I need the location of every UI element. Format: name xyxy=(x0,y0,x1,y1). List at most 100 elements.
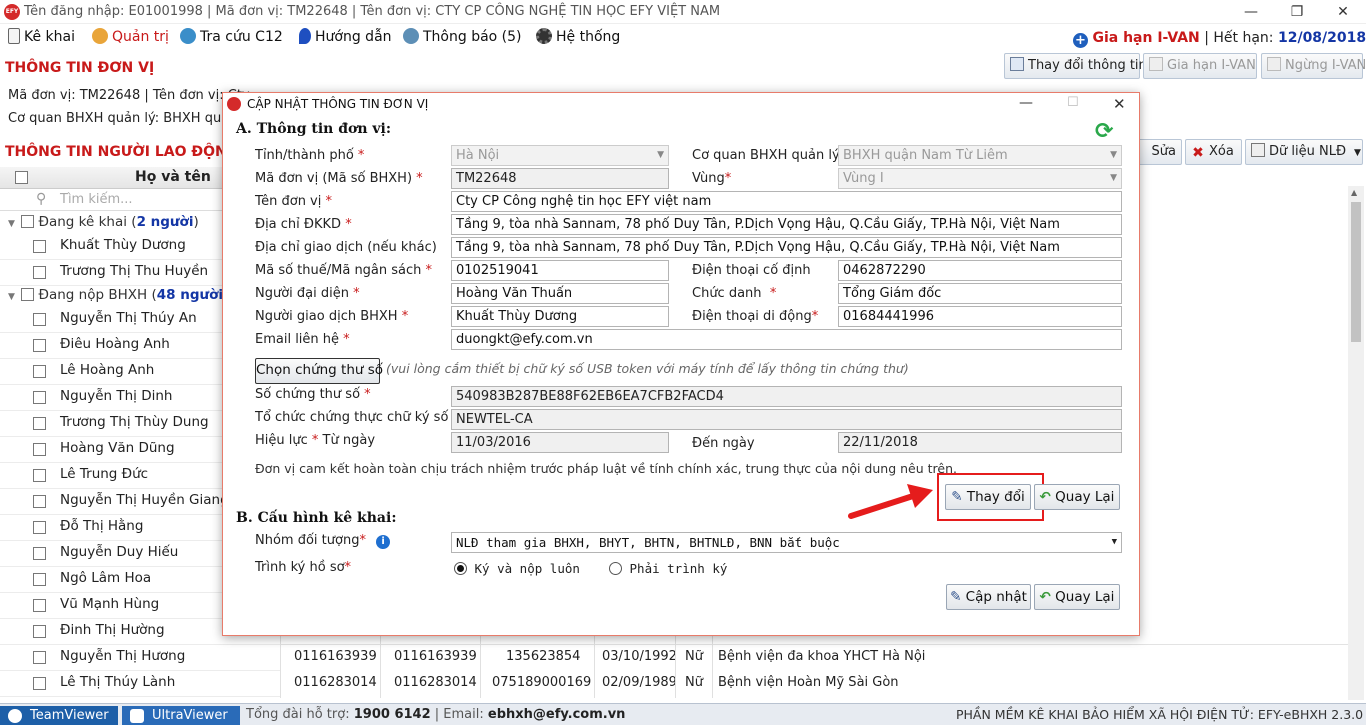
row-checkbox[interactable] xyxy=(33,651,46,664)
menu-ke-khai[interactable]: Kê khai xyxy=(8,28,75,45)
province-select[interactable]: Hà Nội ▼ xyxy=(451,145,669,166)
valid-to-field[interactable]: 22/11/2018 xyxy=(838,432,1122,453)
menu-he-thong[interactable]: Hệ thống xyxy=(536,28,620,45)
row-checkbox[interactable] xyxy=(33,599,46,612)
subject-select[interactable]: NLĐ tham gia BHXH, BHYT, BHTN, BHTNLĐ, B… xyxy=(451,532,1122,553)
dialog-minimize-icon[interactable]: — xyxy=(1019,95,1033,111)
choose-cert-button[interactable]: Chọn chứng thư số xyxy=(255,358,383,384)
table-row[interactable]: 0116163939 0116163939 135623854 03/10/19… xyxy=(280,645,1348,671)
back-button-2[interactable]: ↶ Quay Lại xyxy=(1034,584,1120,610)
worker-name: Nguyễn Duy Hiếu xyxy=(60,544,179,560)
menu-quan-tri[interactable]: Quản trị xyxy=(92,28,169,45)
radio-must-sign[interactable]: Phải trình ký xyxy=(609,561,727,576)
teamviewer-task[interactable]: TeamViewer xyxy=(0,706,118,725)
row-checkbox[interactable] xyxy=(33,266,46,279)
close-icon[interactable]: ✕ xyxy=(1320,0,1366,24)
ultraviewer-task[interactable]: UltraViewer xyxy=(122,706,240,725)
menu-huong-dan[interactable]: Hướng dẫn xyxy=(299,28,392,45)
list-item[interactable]: Lê Thị Thúy Lành xyxy=(0,671,280,697)
back-button[interactable]: ↶ Quay Lại xyxy=(1034,484,1120,510)
annotation-arrow-icon xyxy=(848,484,933,519)
table-row[interactable]: 0116283014 0116283014 075189000169 02/09… xyxy=(280,671,1348,697)
radio-unselected[interactable] xyxy=(609,562,622,575)
refresh-icon[interactable]: ⟳ xyxy=(1095,119,1113,144)
dialog-close-icon[interactable]: ✕ xyxy=(1113,95,1126,113)
row-checkbox[interactable] xyxy=(33,417,46,430)
unit-name-label: Tên đơn vị * xyxy=(255,194,332,209)
to-label: Đến ngày xyxy=(692,436,755,451)
renew-area: + Gia hạn I-VAN | Hết hạn: 12/08/2018 xyxy=(1073,30,1366,48)
row-checkbox[interactable] xyxy=(33,391,46,404)
list-item[interactable]: Nguyễn Thị Hương xyxy=(0,645,280,671)
column-name-header[interactable]: Họ và tên xyxy=(135,169,211,185)
group-checkbox[interactable] xyxy=(21,288,35,301)
tax-code-field[interactable]: 0102519041 xyxy=(451,260,669,281)
group-checkbox[interactable] xyxy=(21,215,35,228)
info-icon[interactable]: i xyxy=(376,535,391,549)
trade-address-field[interactable]: Tầng 9, tòa nhà Sannam, 78 phố Duy Tân, … xyxy=(451,237,1122,258)
rep-field[interactable]: Hoàng Văn Thuấn xyxy=(451,283,669,304)
group-row-declaring[interactable]: ▼ Đang kê khai (2 người) xyxy=(8,214,199,230)
worker-data-dropdown[interactable]: Dữ liệu NLĐ ▼ xyxy=(1245,139,1363,165)
row-checkbox[interactable] xyxy=(33,625,46,638)
button-label: Dữ liệu NLĐ xyxy=(1269,144,1347,159)
row-checkbox[interactable] xyxy=(33,240,46,253)
row-checkbox[interactable] xyxy=(33,365,46,378)
row-checkbox[interactable] xyxy=(33,469,46,482)
search-input[interactable]: Tìm kiếm... xyxy=(60,192,133,207)
row-checkbox[interactable] xyxy=(33,495,46,508)
row-checkbox[interactable] xyxy=(33,547,46,560)
region-select[interactable]: Vùng I ▼ xyxy=(838,168,1122,189)
menu-label: Hướng dẫn xyxy=(315,29,392,45)
row-checkbox[interactable] xyxy=(33,443,46,456)
chevron-down-icon: ▼ xyxy=(1354,148,1361,158)
email-field[interactable]: duongkt@efy.com.vn xyxy=(451,329,1122,350)
position-field[interactable]: Tổng Giám đốc xyxy=(838,283,1122,304)
task-label: UltraViewer xyxy=(152,708,228,723)
ca-org-label: Tổ chức chứng thực chữ ký số * xyxy=(255,410,459,425)
renew-ivan-link[interactable]: Gia hạn I-VAN xyxy=(1092,30,1199,46)
radio-sign-submit[interactable]: Ký và nộp luôn xyxy=(454,561,580,576)
vertical-scrollbar[interactable]: ▲ xyxy=(1348,186,1364,700)
valid-from-field[interactable]: 11/03/2016 xyxy=(451,432,669,453)
change-info-button[interactable]: Thay đổi thông tin xyxy=(1004,53,1147,79)
agency-select[interactable]: BHXH quận Nam Từ Liêm ▼ xyxy=(838,145,1122,166)
select-all-checkbox[interactable] xyxy=(15,171,28,184)
radio-selected[interactable] xyxy=(454,562,467,575)
dialog-maximize-icon[interactable]: ☐ xyxy=(1067,95,1079,110)
col-divider xyxy=(675,636,676,698)
contact-field[interactable]: Khuất Thùy Dương xyxy=(451,306,669,327)
menu-thong-bao[interactable]: Thông báo (5) xyxy=(403,28,522,45)
renew-ivan-button[interactable]: Gia hạn I-VAN xyxy=(1143,53,1257,79)
menu-tra-cuu[interactable]: Tra cứu C12 xyxy=(180,28,283,45)
update-button[interactable]: ✎ Cập nhật xyxy=(946,584,1031,610)
cert-no-field[interactable]: 540983B287BE88F62EB6EA7CFB2FACD4 xyxy=(451,386,1122,407)
workers-title: THÔNG TIN NGƯỜI LAO ĐỘNG xyxy=(5,144,239,160)
row-checkbox[interactable] xyxy=(33,313,46,326)
minimize-icon[interactable]: — xyxy=(1228,0,1274,24)
mobile-field[interactable]: 01684441996 xyxy=(838,306,1122,327)
plus-circle-icon[interactable]: + xyxy=(1073,33,1088,48)
restore-icon[interactable]: ❐ xyxy=(1274,0,1320,24)
email-label: | Email: xyxy=(434,707,484,722)
unit-code-field[interactable]: TM22648 xyxy=(451,168,669,189)
row-checkbox[interactable] xyxy=(33,521,46,534)
stop-ivan-button[interactable]: Ngừng I-VAN xyxy=(1261,53,1366,79)
unit-name-field[interactable]: Cty CP Công nghệ tin học EFY việt nam xyxy=(451,191,1122,212)
scroll-up-icon[interactable]: ▲ xyxy=(1351,188,1357,197)
row-checkbox[interactable] xyxy=(33,677,46,690)
row-checkbox[interactable] xyxy=(33,339,46,352)
cell-hospital: Bệnh viện Hoàn Mỹ Sài Gòn xyxy=(718,675,899,690)
cert-no-label: Số chứng thư số * xyxy=(255,387,371,402)
row-checkbox[interactable] xyxy=(33,573,46,586)
reg-address-field[interactable]: Tầng 9, tòa nhà Sannam, 78 phố Duy Tân, … xyxy=(451,214,1122,235)
phone-field[interactable]: 0462872290 xyxy=(838,260,1122,281)
delete-button[interactable]: ✖ Xóa xyxy=(1185,139,1242,165)
group-row-paying[interactable]: ▼ Đang nộp BHXH (48 người) xyxy=(8,287,228,303)
scroll-thumb[interactable] xyxy=(1351,202,1361,342)
menu-label: Kê khai xyxy=(24,29,75,45)
ca-org-field[interactable]: NEWTEL-CA xyxy=(451,409,1122,430)
collapse-icon[interactable]: ▼ xyxy=(8,292,15,302)
change-button[interactable]: ✎ Thay đổi xyxy=(945,484,1031,510)
collapse-icon[interactable]: ▼ xyxy=(8,219,15,229)
